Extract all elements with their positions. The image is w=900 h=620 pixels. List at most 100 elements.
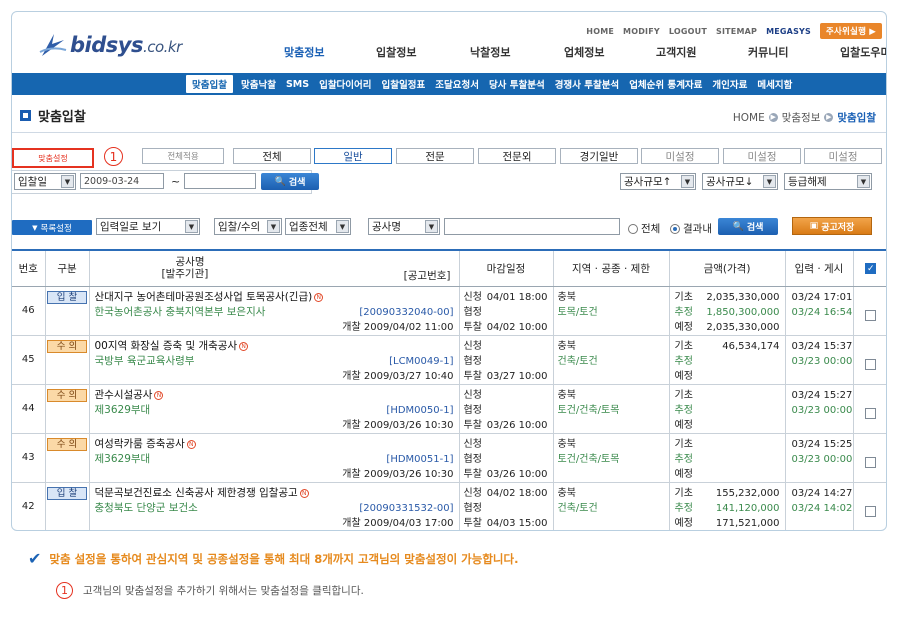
main-nav-community[interactable]: 커뮤니티 xyxy=(748,44,840,60)
table-row[interactable]: 44 수 의 관수시설공사 N 제3629부대 [HDM0050-1] 개찰 2009/03… xyxy=(12,384,886,434)
sub-nav-custom-award[interactable]: 맞춤낙찰 xyxy=(236,77,281,91)
page-title-text: 맞춤입찰 xyxy=(38,110,86,125)
sub-nav-competitor-analysis[interactable]: 경쟁사 투찰분석 xyxy=(550,77,625,91)
tab-unset-1[interactable]: 미설정 xyxy=(641,148,719,164)
user-action-button[interactable]: 주사위실행 ▶ xyxy=(820,23,882,39)
grade-select[interactable]: 등급해제 ▼ xyxy=(784,173,872,190)
input-date: 03/24 17:01 xyxy=(791,291,853,303)
row-number: 42 xyxy=(12,482,45,530)
main-nav-bid-helper[interactable]: 입찰도우미 xyxy=(840,44,886,60)
table-row[interactable]: 46 입 찰 산대지구 농어촌테마공원조성사업 토목공사(긴급) N 한국농어촌공사 충… xyxy=(12,286,886,336)
sub-nav-personal-data[interactable]: 개인자료 xyxy=(707,77,752,91)
new-icon: N xyxy=(154,390,164,400)
main-nav-award-info[interactable]: 낙찰정보 xyxy=(470,44,564,60)
tab-unset-3[interactable]: 미설정 xyxy=(804,148,882,164)
notice-title-link[interactable]: 00지역 화장실 증축 및 개축공사 xyxy=(95,340,238,352)
row-checkbox[interactable] xyxy=(865,309,877,321)
radio-button xyxy=(628,223,638,234)
row-schedule-cell: 신청 협정 투찰 03/27 10:00 xyxy=(458,335,553,385)
row-region-cell: 충북 토건/건축/토목 xyxy=(552,384,669,434)
row-checkbox[interactable] xyxy=(865,456,877,468)
page-title-row: 맞춤입찰 HOME ▶ 맞춤정보 ▶ 맞춤입찰 xyxy=(12,95,886,133)
notice-title-link[interactable]: 여성락카룸 증축공사 xyxy=(95,438,185,450)
notice-title-link[interactable]: 관수시설공사 xyxy=(95,389,153,401)
main-nav-custom-info[interactable]: 맞춤정보 xyxy=(284,44,376,60)
logo[interactable]: bidsys.co.kr xyxy=(38,30,182,60)
notice-title-link[interactable]: 덕문곡보건진료소 신축공사 제한경쟁 입찰공고 xyxy=(95,487,298,499)
util-megasys-link[interactable]: MEGASYS xyxy=(766,27,811,36)
header-select-all[interactable]: ✓ xyxy=(852,249,886,287)
tab-general[interactable]: 일반 xyxy=(314,148,392,164)
row-amount-cell: 기초 추정 예정 xyxy=(668,384,785,434)
header-schedule: 마감일정 xyxy=(458,249,553,287)
search-scope-radio-within[interactable]: 결과내 xyxy=(670,221,712,236)
sort-size-desc-select[interactable]: 공사규모↓ ▼ xyxy=(702,173,778,190)
bid-type-select[interactable]: 입찰/수의 ▼ xyxy=(214,218,282,235)
sub-nav-custom-bid[interactable]: 맞춤입찰 xyxy=(186,75,233,93)
sub-nav-messages[interactable]: 메세지함 xyxy=(752,77,797,91)
sub-nav-bid-schedule[interactable]: 입찰일정표 xyxy=(377,77,431,91)
row-title-cell: 덕문곡보건진료소 신축공사 제한경쟁 입찰공고 N 충청북도 단양군 보건소 [200… xyxy=(88,482,459,530)
row-checkbox[interactable] xyxy=(865,505,877,517)
main-nav-bid-info[interactable]: 입찰정보 xyxy=(376,44,470,60)
notice-code: [HDM0051-1] xyxy=(386,453,454,465)
table-row[interactable]: 43 수 의 여성락카룸 증축공사 N 제3629부대 [HDM0051-1] 개찰 200… xyxy=(12,433,886,483)
row-checkbox-cell xyxy=(852,384,886,434)
save-notice-button[interactable]: ▣ 공고저장 xyxy=(792,217,872,235)
keyword-search-button[interactable]: 🔍 검색 xyxy=(718,218,778,235)
notice-code: [HDM0050-1] xyxy=(386,404,454,416)
sub-nav-own-analysis[interactable]: 당사 투찰분석 xyxy=(484,77,550,91)
view-mode-select[interactable]: 입력일로 보기 ▼ xyxy=(96,218,200,235)
sub-nav-bid-diary[interactable]: 입찰다이어리 xyxy=(314,77,376,91)
main-nav-support[interactable]: 고객지원 xyxy=(656,44,748,60)
row-schedule-cell: 신청 협정 투찰 03/26 10:00 xyxy=(458,384,553,434)
work-category: 건축/토건 xyxy=(557,355,598,367)
tab-specialty[interactable]: 전문 xyxy=(396,148,474,164)
new-icon: N xyxy=(186,439,196,449)
post-date: 03/23 00:00 xyxy=(791,453,853,465)
bid-deadline: 03/26 10:00 xyxy=(486,468,548,480)
list-setting-button[interactable]: ▼ 목록설정 xyxy=(12,220,92,235)
bid-type-badge: 입 찰 xyxy=(47,486,87,500)
tab-all[interactable]: 전체 xyxy=(233,148,311,164)
chevron-down-icon: ▼ xyxy=(185,220,198,233)
row-checkbox[interactable] xyxy=(865,407,877,419)
date-from-input[interactable]: 2009-03-24 xyxy=(80,173,164,189)
search-scope-radio-all[interactable]: 전체 xyxy=(628,221,660,236)
row-checkbox[interactable] xyxy=(865,358,877,370)
estimated-amount: 1,850,300,000 xyxy=(706,306,780,318)
row-type: 수 의 xyxy=(44,384,89,434)
header-code: [공고번호] xyxy=(403,269,451,282)
sub-nav-procurement-request[interactable]: 조달요청서 xyxy=(430,77,484,91)
new-icon: N xyxy=(299,488,309,498)
help-note-detail: 1 고객님의 맞춤설정을 추가하기 위해서는 맞춤설정을 클릭합니다. xyxy=(28,582,878,599)
date-search-button[interactable]: 🔍 검색 xyxy=(261,173,319,190)
search-field-select[interactable]: 공사명 ▼ xyxy=(368,218,440,235)
tab-non-specialty[interactable]: 전문외 xyxy=(478,148,556,164)
main-nav-company-info[interactable]: 업체정보 xyxy=(564,44,656,60)
util-modify-link[interactable]: MODIFY xyxy=(623,27,660,36)
notice-title-link[interactable]: 산대지구 농어촌테마공원조성사업 토목공사(긴급) xyxy=(95,291,313,303)
util-logout-link[interactable]: LOGOUT xyxy=(669,27,707,36)
table-header-row: 번호 구분 공사명 [발주기관] [공고번호] 마감일정 지역 · 공종 · 제… xyxy=(12,249,886,287)
notice-code: [20090332040-00] xyxy=(359,306,454,318)
date-type-select[interactable]: 입찰일 ▼ xyxy=(14,173,76,190)
breadcrumb-home[interactable]: HOME xyxy=(733,112,765,124)
breadcrumb-custom-info[interactable]: 맞춤정보 xyxy=(782,110,821,125)
sub-nav-ranking-stats[interactable]: 업체순위 통계자료 xyxy=(624,77,707,91)
util-home-link[interactable]: HOME xyxy=(586,27,614,36)
tab-gyeonggi-general[interactable]: 경기일반 xyxy=(560,148,638,164)
util-sitemap-link[interactable]: SITEMAP xyxy=(716,27,757,36)
sub-nav-sms[interactable]: SMS xyxy=(281,79,314,90)
checkbox-checked-icon[interactable]: ✓ xyxy=(865,263,877,275)
tab-unset-2[interactable]: 미설정 xyxy=(723,148,801,164)
search-query-input[interactable] xyxy=(444,218,620,235)
table-row[interactable]: 45 수 의 00지역 화장실 증축 및 개축공사 N 국방부 육군교육사령부 [LCM0… xyxy=(12,335,886,385)
sort-size-asc-select[interactable]: 공사규모↑ ▼ xyxy=(620,173,696,190)
date-to-input[interactable] xyxy=(184,173,256,189)
industry-select[interactable]: 업종전체 ▼ xyxy=(285,218,351,235)
table-row[interactable]: 42 입 찰 덕문곡보건진료소 신축공사 제한경쟁 입찰공고 N 충청북도 단양군 보건… xyxy=(12,482,886,530)
post-date: 03/23 00:00 xyxy=(791,355,853,367)
custom-setting-button[interactable]: 맞춤설정 xyxy=(12,148,94,168)
apply-all-button[interactable]: 전체적용 xyxy=(142,148,224,164)
